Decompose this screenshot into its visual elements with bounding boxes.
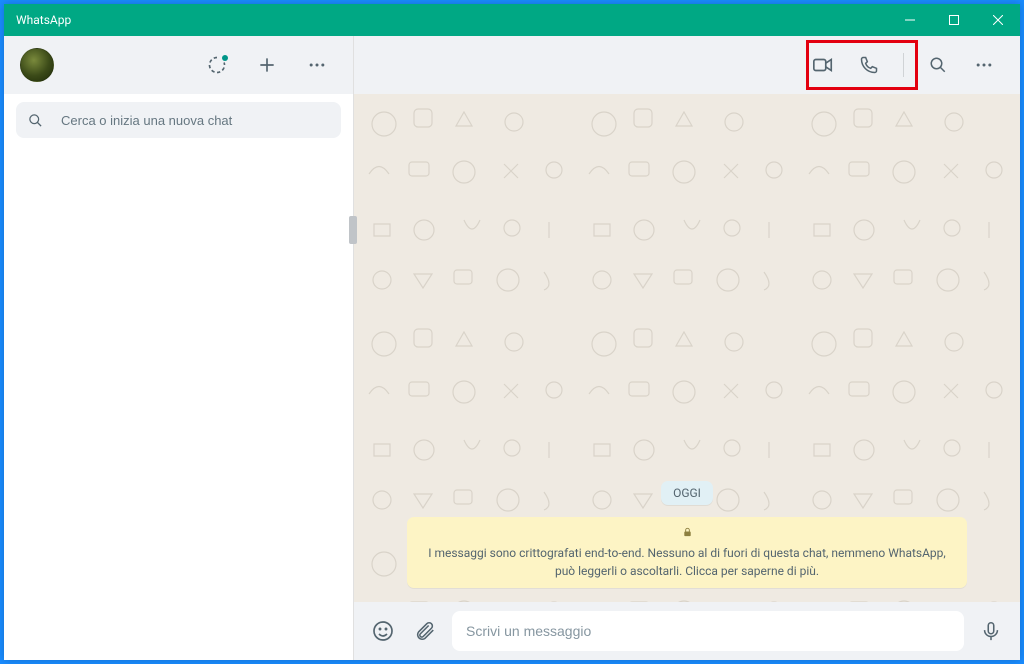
titlebar[interactable]: WhatsApp [4,4,1020,36]
status-icon[interactable] [197,45,237,85]
emoji-button[interactable] [368,616,398,646]
status-dot-icon [222,55,228,61]
avatar[interactable] [20,48,54,82]
conversation-header [354,36,1020,94]
new-chat-button[interactable] [247,45,287,85]
message-input[interactable] [466,623,950,639]
composer [354,602,1020,660]
lock-icon [682,526,693,538]
sidebar-header [4,36,353,94]
sidebar [4,36,354,660]
message-input-container[interactable] [452,611,964,651]
maximize-button[interactable] [932,4,976,36]
sidebar-menu-button[interactable] [297,45,337,85]
search-input[interactable] [61,113,329,128]
search-container [4,94,353,146]
encryption-text: I messaggi sono crittografati end-to-end… [423,544,951,580]
search-icon [28,113,43,128]
scrollbar-thumb[interactable] [349,216,357,244]
chat-list[interactable] [4,146,353,660]
close-button[interactable] [976,4,1020,36]
conversation-menu-button[interactable] [964,45,1004,85]
window-title: WhatsApp [16,13,888,27]
attach-button[interactable] [410,616,440,646]
chat-background[interactable]: OGGI I messaggi sono crittografati end-t… [354,94,1020,602]
date-pill: OGGI [661,481,713,505]
mic-button[interactable] [976,616,1006,646]
minimize-button[interactable] [888,4,932,36]
search-box[interactable] [16,102,341,138]
search-in-chat-button[interactable] [918,45,958,85]
app-window: WhatsApp [4,4,1020,660]
call-buttons-highlight [806,40,918,90]
conversation-panel: OGGI I messaggi sono crittografati end-t… [354,36,1020,660]
main-body: OGGI I messaggi sono crittografati end-t… [4,36,1020,660]
encryption-banner[interactable]: I messaggi sono crittografati end-to-end… [407,517,967,588]
